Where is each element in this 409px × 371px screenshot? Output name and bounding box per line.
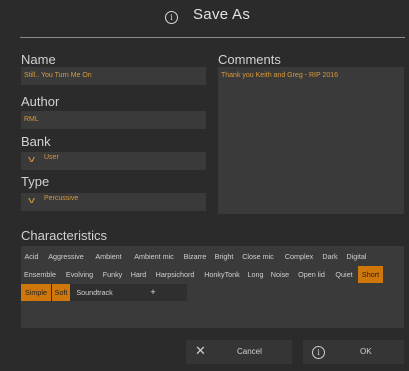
tag-long[interactable]: Long [245, 266, 266, 283]
bank-label: Bank [21, 134, 51, 149]
tag-ensemble[interactable]: Ensemble [21, 266, 59, 283]
title-bar: i Save As [0, 0, 409, 36]
tag-digital[interactable]: Digital [342, 248, 371, 265]
tag-ambient[interactable]: Ambient [90, 248, 127, 265]
tag-open-lid[interactable]: Open lid [293, 266, 330, 283]
author-label: Author [21, 94, 60, 109]
type-dropdown[interactable]: v Percussive [21, 193, 206, 211]
type-label: Type [21, 174, 50, 189]
bank-dropdown[interactable]: v User [21, 152, 206, 170]
tag-harpsichord[interactable]: Harpsichord [151, 266, 199, 283]
tag-soundtrack[interactable]: Soundtrack [71, 284, 118, 301]
tag-aggressive[interactable]: Aggressive [44, 248, 88, 265]
add-tag-button[interactable]: + [145, 284, 161, 301]
tag-dark[interactable]: Dark [319, 248, 341, 265]
type-value: Percussive [44, 195, 79, 202]
tag-funky[interactable]: Funky [99, 266, 126, 283]
comments-field[interactable]: Thank you Keith and Greg - RIP 2016 [218, 67, 404, 214]
tag-complex[interactable]: Complex [280, 248, 318, 265]
cancel-label: Cancel [237, 347, 262, 356]
tag-short[interactable]: Short [358, 266, 383, 283]
ok-label: OK [360, 347, 372, 356]
tag-bright[interactable]: Bright [211, 248, 237, 265]
chevron-down-icon: v [27, 155, 36, 165]
tag-bizarre[interactable]: Bizarre [181, 248, 209, 265]
name-label: Name [21, 52, 56, 67]
tag-noise[interactable]: Noise [268, 266, 292, 283]
title-divider [20, 37, 405, 38]
info-icon: i [312, 346, 325, 359]
author-field[interactable]: RML [21, 111, 206, 129]
tag-simple[interactable]: Simple [21, 284, 51, 301]
dialog-title: Save As [193, 6, 251, 23]
ok-button[interactable]: i OK [303, 340, 404, 364]
bank-value: User [44, 154, 59, 161]
tag-honkytonk[interactable]: HonkyTonk [200, 266, 244, 283]
save-as-dialog: i Save As Name Still.. You Turn Me On Au… [0, 0, 409, 371]
tag-quiet[interactable]: Quiet [332, 266, 356, 283]
tag-close-mic[interactable]: Close mic [238, 248, 278, 265]
tag-evolving[interactable]: Evolving [61, 266, 98, 283]
close-icon: ✕ [195, 343, 206, 358]
info-icon: i [165, 11, 178, 24]
chevron-down-icon: v [27, 196, 36, 206]
tag-soft[interactable]: Soft [52, 284, 70, 301]
tag-ambient-mic[interactable]: Ambient mic [129, 248, 179, 265]
comments-label: Comments [218, 52, 281, 67]
tag-acid[interactable]: Acid [21, 248, 42, 265]
characteristics-label: Characteristics [21, 228, 107, 243]
cancel-button[interactable]: ✕ Cancel [186, 340, 292, 364]
name-field[interactable]: Still.. You Turn Me On [21, 67, 206, 85]
tag-hard[interactable]: Hard [127, 266, 150, 283]
